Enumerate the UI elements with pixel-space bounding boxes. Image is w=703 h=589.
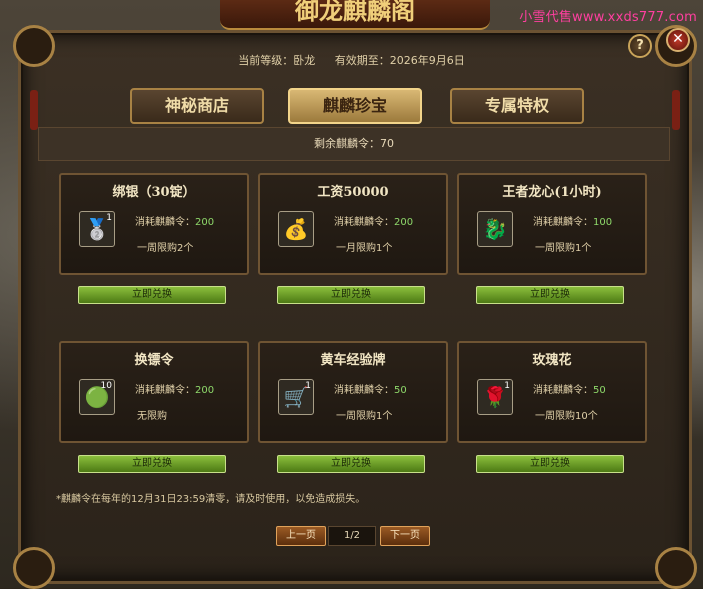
shop-item-card: 换镖令 🟢 10 消耗麒麟令：200 无限购 (59, 341, 249, 443)
exchange-button[interactable]: 立即兑换 (277, 455, 425, 473)
shop-item-card: 工资50000 💰 消耗麒麟令：200 一月限购1个 (258, 173, 448, 275)
silver-ingot-icon[interactable]: 🥈 1 (79, 211, 115, 247)
tab-mystery-shop[interactable]: 神秘商店 (130, 88, 264, 124)
window-title: 御龙麒麟阁 (220, 0, 490, 30)
dragon-heart-icon[interactable]: 🐉 (477, 211, 513, 247)
item-cost: 消耗麒麟令：50 (533, 385, 606, 396)
corner-ornament-icon (13, 547, 55, 589)
item-limit: 一月限购1个 (336, 243, 393, 254)
item-name: 绑银（30锭） (112, 185, 196, 200)
rose-icon[interactable]: 🌹 1 (477, 379, 513, 415)
tab-qilin-treasure[interactable]: 麒麟珍宝 (288, 88, 422, 124)
corner-ornament-icon (655, 547, 697, 589)
item-limit: 无限购 (137, 411, 167, 422)
exchange-button[interactable]: 立即兑换 (78, 455, 226, 473)
expiry-date: 有效期至：2026年9月6日 (334, 54, 465, 67)
prev-page-button[interactable]: 上一页 (276, 526, 326, 546)
close-button[interactable]: ✕ (666, 28, 690, 52)
exchange-button[interactable]: 立即兑换 (476, 455, 624, 473)
item-limit: 一周限购10个 (535, 411, 598, 422)
player-info: 当前等级：卧龙 有效期至：2026年9月6日 (0, 52, 703, 68)
next-page-button[interactable]: 下一页 (380, 526, 430, 546)
tab-exclusive-privilege[interactable]: 专属特权 (450, 88, 584, 124)
item-cost: 消耗麒麟令：100 (533, 217, 613, 228)
pagination: 上一页 1/2 下一页 (0, 526, 703, 546)
item-name: 换镖令 (134, 353, 174, 368)
item-quantity: 1 (106, 213, 112, 223)
item-cost: 消耗麒麟令：200 (135, 385, 215, 396)
item-name: 玫瑰花 (532, 353, 572, 368)
shop-item-card: 王者龙心(1小时) 🐉 消耗麒麟令：100 一周限购1个 (457, 173, 647, 275)
exchange-button[interactable]: 立即兑换 (277, 286, 425, 304)
item-name: 黄车经验牌 (320, 353, 386, 368)
shop-item-card: 玫瑰花 🌹 1 消耗麒麟令：50 一周限购10个 (457, 341, 647, 443)
item-limit: 一周限购1个 (535, 243, 592, 254)
shop-item-card: 黄车经验牌 🛒 1 消耗麒麟令：50 一周限购1个 (258, 341, 448, 443)
exchange-button[interactable]: 立即兑换 (78, 286, 226, 304)
tab-bar: 神秘商店 麒麟珍宝 专属特权 (0, 88, 703, 124)
token-reset-notice: *麒麟令在每年的12月31日23:59清零，请及时使用，以免造成损失。 (56, 494, 366, 505)
item-quantity: 1 (305, 381, 311, 391)
item-limit: 一周限购2个 (137, 243, 194, 254)
shop-item-card: 绑银（30锭） 🥈 1 消耗麒麟令：200 一周限购2个 (59, 173, 249, 275)
current-level: 当前等级：卧龙 (238, 54, 316, 67)
item-quantity: 10 (100, 381, 112, 391)
page-indicator: 1/2 (328, 526, 376, 546)
exchange-button[interactable]: 立即兑换 (476, 286, 624, 304)
item-cost: 消耗麒麟令：200 (135, 217, 215, 228)
item-cost: 消耗麒麟令：200 (334, 217, 414, 228)
remaining-tokens: 剩余麒麟令：70 (38, 127, 670, 161)
item-name: 工资50000 (317, 185, 389, 200)
item-cost: 消耗麒麟令：50 (334, 385, 407, 396)
item-name: 王者龙心(1小时) (502, 185, 602, 200)
item-limit: 一周限购1个 (336, 411, 393, 422)
yellow-cart-exp-icon[interactable]: 🛒 1 (278, 379, 314, 415)
escort-token-icon[interactable]: 🟢 10 (79, 379, 115, 415)
watermark-text: 小雪代售www.xxds777.com (519, 10, 697, 25)
gold-coins-icon[interactable]: 💰 (278, 211, 314, 247)
item-quantity: 1 (504, 381, 510, 391)
